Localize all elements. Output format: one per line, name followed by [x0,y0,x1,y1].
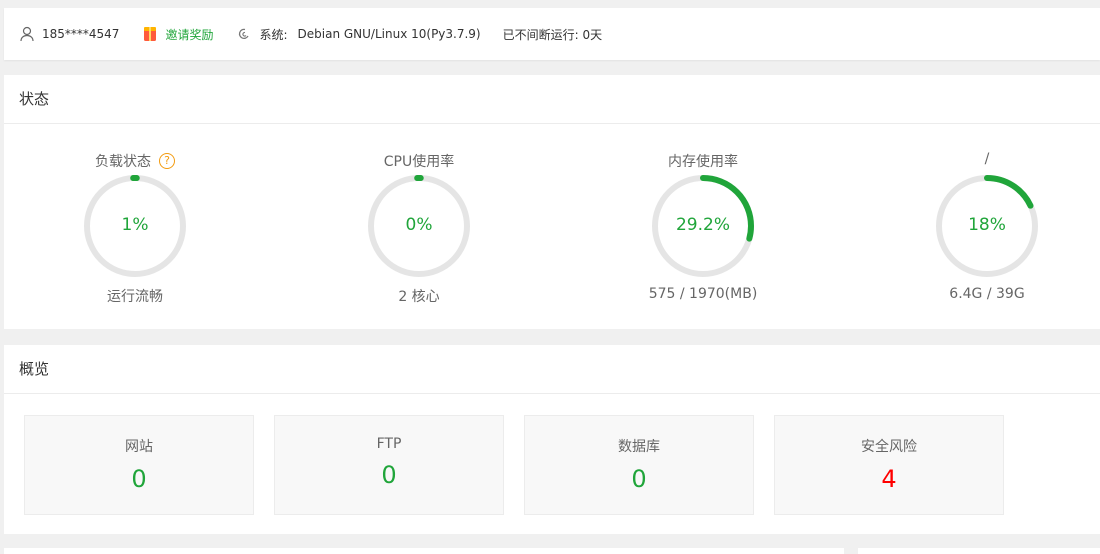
card-website[interactable]: 网站 0 [24,415,254,515]
user-phone: 185****4547 [42,27,120,41]
gauge-disk-label: / [984,151,990,167]
card-ftp-count[interactable]: 0 [275,461,503,489]
next-panel-edge-right [858,548,1100,554]
invite-label: 邀请奖励 [165,27,214,42]
gauge-load-label-text: 负载状态 [95,154,151,170]
gauge-cpu-value: 0% [405,215,433,235]
gauge-memory-label: 内存使用率 [668,154,738,170]
debian-icon [235,25,253,43]
gauge-disk-value: 18% [968,215,1006,235]
status-panel: 状态 负载状态 ? 1% 运行流畅 CPU使用率 0% 2 核心 内存使用率 2… [4,75,1100,329]
gauge-memory-value: 29.2% [675,215,730,235]
gauge-load-sub: 运行流畅 [107,289,163,305]
card-security-risk-label: 安全风险 [861,439,917,455]
card-website-count[interactable]: 0 [25,465,253,493]
card-security-risk-count[interactable]: 4 [775,465,1003,493]
card-database[interactable]: 数据库 0 [524,415,754,515]
gauge-load-label: 负载状态 ? [15,151,255,171]
help-icon[interactable]: ? [159,153,175,169]
gift-icon [141,25,159,43]
gauge-cpu-sub: 2 核心 [398,289,440,305]
user-icon [18,25,36,43]
system-value: Debian GNU/Linux 10(Py3.7.9) [297,27,481,41]
card-database-label: 数据库 [618,439,660,455]
status-title: 状态 [4,75,1100,124]
gauge-disk-sub: 6.4G / 39G [949,286,1025,302]
system-label: 系统: [259,27,288,42]
gauge-load-value: 1% [121,215,149,235]
card-database-count[interactable]: 0 [525,465,753,493]
user-info[interactable]: 185****4547 [18,25,119,43]
gauge-memory-sub: 575 / 1970(MB) [648,286,758,302]
overview-panel: 概览 网站 0 FTP 0 数据库 0 安全风险 4 [4,345,1100,534]
uptime-text: 已不间断运行: 0天 [502,27,603,42]
uptime-info: 已不间断运行: 0天 [503,26,603,43]
gauge-cpu-label: CPU使用率 [383,154,455,170]
overview-title: 概览 [4,345,1100,394]
invite-link[interactable]: 邀请奖励 [141,25,213,43]
next-panel-edge [4,548,844,554]
card-security-risk[interactable]: 安全风险 4 [774,415,1004,515]
card-ftp-label: FTP [376,436,402,452]
card-website-label: 网站 [125,439,153,455]
top-info-bar: 185****4547 邀请奖励 系统: Debian GNU/Linux 10… [4,8,1100,60]
system-info: 系统: Debian GNU/Linux 10(Py3.7.9) [235,25,481,43]
card-ftp[interactable]: FTP 0 [274,415,504,515]
